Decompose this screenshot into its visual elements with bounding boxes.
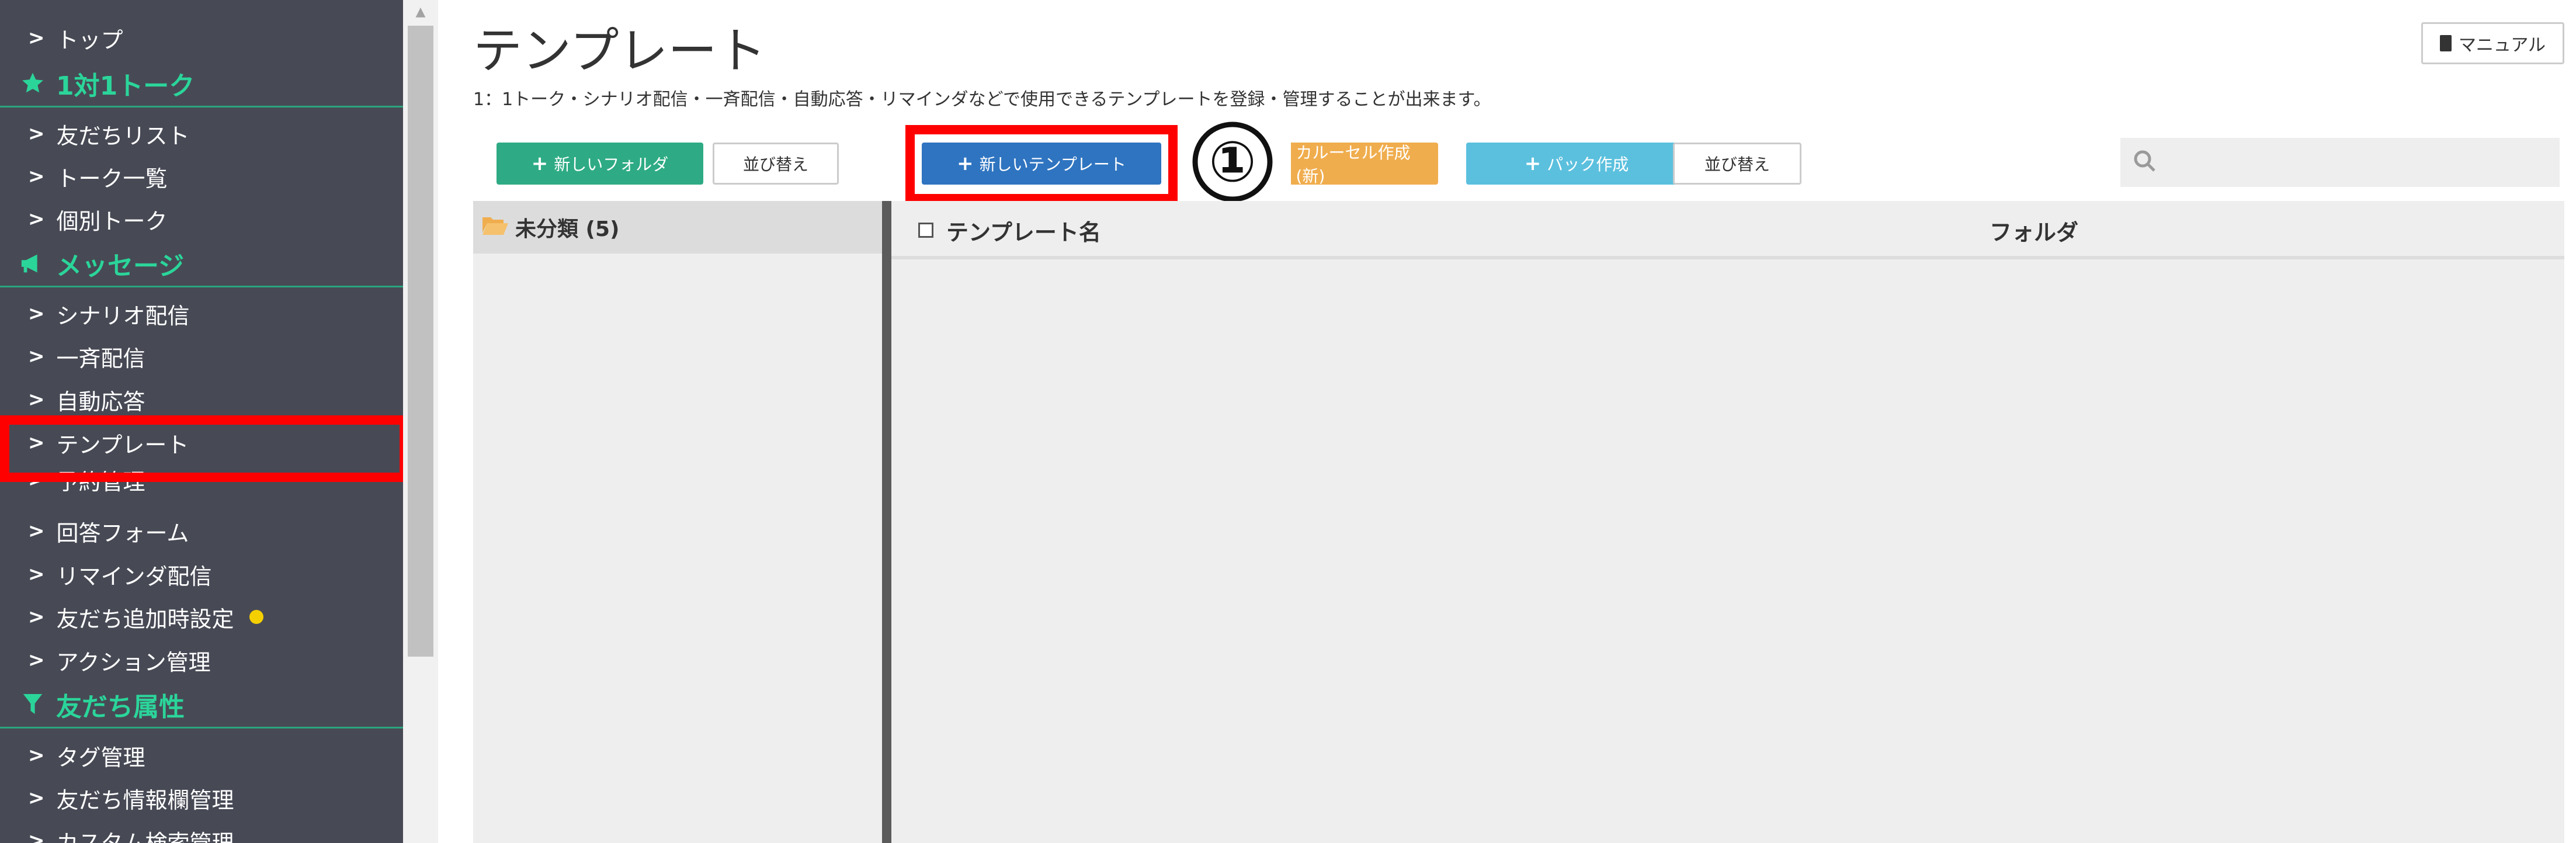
sidebar-item-label: 回答フォーム [56,520,189,546]
pack-create-button[interactable]: + パック作成 [1466,143,1687,185]
sidebar-item-label: トーク一覧 [56,165,168,192]
sidebar-item-friend-add-settings[interactable]: > 友だち追加時設定 [0,595,403,639]
sidebar-item-friend-list[interactable]: > 友だちリスト [0,112,403,155]
panel-splitter[interactable] [882,201,891,843]
search-input[interactable] [2120,138,2560,187]
sidebar-item-friend-info-fields[interactable]: > 友だち情報欄管理 [0,776,403,820]
plus-icon: + [1524,152,1542,175]
folder-item-uncategorized[interactable]: 未分類 (5) [473,201,882,254]
chevron-right-icon: > [28,122,45,145]
sidebar-item-label: アクション管理 [56,649,211,675]
table-header: テンプレート名 フォルダ [891,201,2564,259]
template-table: テンプレート名 フォルダ [891,201,2564,843]
sidebar-item-scenario-delivery[interactable]: > シナリオ配信 [0,292,403,335]
chevron-right-icon: > [28,302,45,325]
sidebar-section-friend-attributes: 友だち属性 [0,682,403,728]
notification-dot [249,610,263,624]
sidebar-item-label: トップ [56,27,123,53]
star-icon [18,71,48,96]
column-header-label: テンプレート名 [946,219,1101,245]
column-header-template-name: テンプレート名 [918,201,1101,259]
carousel-create-button-label: カルーセル作成(新) [1296,143,1411,186]
chevron-right-icon: > [28,563,45,586]
chevron-right-icon: > [28,388,45,411]
new-folder-button[interactable]: + 新しいフォルダ [497,143,703,185]
sort-folders-button[interactable]: 並び替え [713,143,839,185]
sidebar-item-answer-form[interactable]: > 回答フォーム [0,509,403,553]
sidebar-item-auto-reply[interactable]: > 自動応答 [0,378,403,421]
sidebar-section-label: メッセージ [56,251,185,281]
selected-item-highlight [0,415,409,482]
sidebar-item-label: カスタム検索管理 [56,830,234,843]
sidebar-scrollbar[interactable]: ▲ [403,0,438,843]
pack-create-button-label: パック作成 [1547,155,1629,174]
select-all-checkbox[interactable] [918,223,933,238]
sidebar-item-label: タグ管理 [56,744,145,771]
folder-label: 未分類 (5) [515,217,620,241]
step-marker-number: ① [1209,129,1256,195]
sidebar-item-tag-management[interactable]: > タグ管理 [0,734,403,777]
step-marker: ① [1174,112,1291,211]
sidebar-section-message: メッセージ [0,241,403,287]
chevron-right-icon: > [28,165,45,188]
chevron-right-icon: > [28,207,45,231]
sidebar-section-label: 友だち属性 [56,692,185,722]
page-description: 1：1トーク・シナリオ配信・一斉配信・自動応答・リマインダなどで使用できるテンプ… [473,89,1491,110]
column-header-folder: フォルダ [1990,201,2078,259]
book-icon [2439,35,2452,51]
sidebar-item-label: 友だちリスト [56,123,190,149]
folder-panel: 未分類 (5) [473,201,882,843]
sidebar-section-one-to-one-talk: 1対1トーク [0,61,403,107]
scrollbar-thumb[interactable] [408,26,433,657]
sidebar-item-label: 一斉配信 [56,345,145,372]
search-icon [2134,150,2155,172]
sidebar-item-label: 自動応答 [56,388,145,415]
chevron-right-icon: > [28,519,45,543]
chevron-right-icon: > [28,829,45,843]
megaphone-icon [18,252,48,275]
sidebar-item-talk-list[interactable]: > トーク一覧 [0,155,403,198]
sidebar-item-individual-talk[interactable]: > 個別トーク [0,197,403,241]
new-template-highlight [905,125,1178,203]
sidebar-item-reminder-delivery[interactable]: > リマインダ配信 [0,553,403,596]
chevron-right-icon: > [28,744,45,767]
column-header-label: フォルダ [1990,219,2079,245]
sidebar-item-label: 個別トーク [56,208,168,234]
scroll-up-arrow-icon[interactable]: ▲ [409,4,432,20]
sort-templates-button-label: 並び替え [1704,155,1770,174]
chevron-right-icon: > [28,786,45,810]
folder-open-icon [482,215,508,240]
sidebar-item-action-management[interactable]: > アクション管理 [0,639,403,682]
page-title: テンプレート [473,22,766,79]
app-window: > トップ 1対1トーク > 友だちリスト > トーク一覧 > 個別トーク メッ… [0,0,2576,843]
sort-folders-button-label: 並び替え [742,155,808,174]
chevron-right-icon: > [28,648,45,672]
carousel-create-button[interactable]: + カルーセル作成(新) [1273,143,1438,186]
sidebar-item-label: 友だち情報欄管理 [56,787,234,813]
sort-templates-button[interactable]: 並び替え [1673,143,1801,185]
sidebar-item-label: シナリオ配信 [56,303,190,329]
sidebar-section-label: 1対1トーク [56,71,195,101]
sidebar-item-top[interactable]: > トップ [0,16,403,60]
new-folder-button-label: 新しいフォルダ [554,155,669,174]
plus-icon: + [531,152,548,175]
filter-icon [18,693,48,716]
sidebar-item-label: リマインダ配信 [56,563,212,589]
sidebar-item-broadcast[interactable]: > 一斉配信 [0,335,403,378]
chevron-right-icon: > [28,26,45,50]
manual-button-label: マニュアル [2458,35,2546,55]
chevron-right-icon: > [28,345,45,368]
chevron-right-icon: > [28,605,45,629]
sidebar-item-label: 友だち追加時設定 [56,606,234,632]
manual-button[interactable]: マニュアル [2421,22,2564,64]
sidebar-item-custom-search[interactable]: > カスタム検索管理 [0,819,403,843]
